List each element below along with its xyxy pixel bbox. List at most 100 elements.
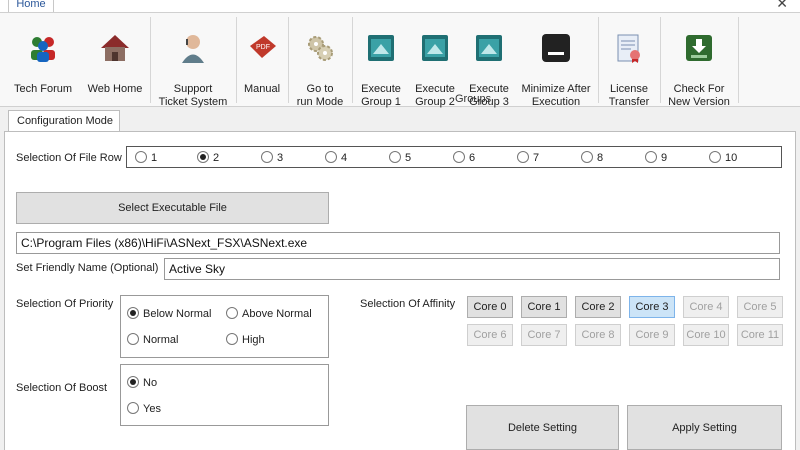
boost-group: No Yes <box>120 364 329 426</box>
file-row-option[interactable]: 1 <box>135 151 157 164</box>
group-window-icon <box>422 35 448 61</box>
executable-path-field[interactable]: C:\Program Files (x86)\HiFi\ASNext_FSX\A… <box>16 232 780 254</box>
manual-button[interactable]: PDF Manual <box>240 19 284 99</box>
delete-setting-button[interactable]: Delete Setting <box>466 405 619 450</box>
boost-yes-option[interactable]: Yes <box>127 402 161 415</box>
tech-forum-button[interactable]: Tech Forum <box>8 19 78 99</box>
minimize-after-execution-button[interactable]: Minimize After Execution <box>518 19 594 108</box>
radio-selected-icon <box>197 151 209 163</box>
execute-group-2-button[interactable]: Execute Group 2 <box>410 19 460 108</box>
manual-label: Manual <box>243 83 281 95</box>
radio-icon <box>127 333 139 345</box>
priority-below-normal-option[interactable]: Below Normal <box>127 307 211 320</box>
run-mode-button[interactable]: Go to run Mode <box>292 19 348 108</box>
file-row-option[interactable]: 3 <box>261 151 283 164</box>
radio-icon <box>226 333 238 345</box>
boost-no-option[interactable]: No <box>127 376 157 389</box>
ribbon-separator <box>150 17 151 103</box>
pdf-icon: PDF <box>250 36 276 58</box>
radio-icon <box>581 151 593 163</box>
core-2-button[interactable]: Core 2 <box>575 296 621 318</box>
core-11-button: Core 11 <box>737 324 783 346</box>
core-7-button: Core 7 <box>521 324 567 346</box>
file-row-option[interactable]: 4 <box>325 151 347 164</box>
gears-icon <box>308 36 333 61</box>
friendly-name-label: Set Friendly Name (Optional) <box>16 262 159 274</box>
core-6-button: Core 6 <box>467 324 513 346</box>
ribbon-separator <box>738 17 739 103</box>
execute-group-3-button[interactable]: Execute Group 3 <box>464 19 514 108</box>
execute-group-1-button[interactable]: Execute Group 1 <box>356 19 406 108</box>
apply-setting-button[interactable]: Apply Setting <box>627 405 782 450</box>
tab-home[interactable]: Home <box>8 0 54 12</box>
minimize-icon <box>542 34 570 62</box>
ribbon-separator <box>598 17 599 103</box>
select-executable-button[interactable]: Select Executable File <box>16 192 329 224</box>
file-row-option[interactable]: 8 <box>581 151 603 164</box>
house-icon <box>101 35 129 61</box>
radio-icon <box>389 151 401 163</box>
ribbon-tab-bar: Home ✕ <box>0 0 800 12</box>
close-icon[interactable]: ✕ <box>776 0 788 12</box>
core-8-button: Core 8 <box>575 324 621 346</box>
ribbon-separator <box>352 17 353 103</box>
file-row-option[interactable]: 9 <box>645 151 667 164</box>
core-1-button[interactable]: Core 1 <box>521 296 567 318</box>
friendly-name-field[interactable]: Active Sky <box>164 258 780 280</box>
check-new-version-label: Check For New Version <box>668 83 730 108</box>
file-row-option[interactable]: 10 <box>709 151 737 164</box>
radio-icon <box>226 307 238 319</box>
radio-icon <box>325 151 337 163</box>
run-mode-label: Go to run Mode <box>296 83 344 108</box>
core-4-button: Core 4 <box>683 296 729 318</box>
radio-icon <box>127 402 139 414</box>
support-ticket-button[interactable]: Support Ticket System <box>154 19 232 108</box>
priority-normal-option[interactable]: Normal <box>127 333 178 346</box>
radio-icon <box>517 151 529 163</box>
file-row-option[interactable]: 5 <box>389 151 411 164</box>
ribbon-separator <box>660 17 661 103</box>
execute-group-2-label: Execute Group 2 <box>415 83 455 108</box>
core-10-button: Core 10 <box>683 324 729 346</box>
file-row-label: Selection Of File Row <box>16 152 122 164</box>
radio-icon <box>135 151 147 163</box>
boost-label: Selection Of Boost <box>16 382 108 394</box>
core-9-button: Core 9 <box>629 324 675 346</box>
execute-group-1-label: Execute Group 1 <box>361 83 401 108</box>
svg-text:PDF: PDF <box>256 44 270 51</box>
web-home-button[interactable]: Web Home <box>84 19 146 99</box>
ribbon-separator <box>288 17 289 103</box>
tech-forum-label: Tech Forum <box>13 83 73 95</box>
download-icon <box>686 35 712 61</box>
core-3-button[interactable]: Core 3 <box>629 296 675 318</box>
affinity-label: Selection Of Affinity <box>360 298 456 310</box>
file-row-option[interactable]: 7 <box>517 151 539 164</box>
radio-icon <box>453 151 465 163</box>
radio-selected-icon <box>127 307 139 319</box>
tab-configuration-mode[interactable]: Configuration Mode <box>8 110 120 132</box>
groups-label: Groups <box>455 93 492 105</box>
priority-label: Selection Of Priority <box>16 298 114 310</box>
radio-selected-icon <box>127 376 139 388</box>
web-home-label: Web Home <box>87 83 143 95</box>
priority-group: Below Normal Above Normal Normal High <box>120 295 329 358</box>
group-window-icon <box>476 35 502 61</box>
file-row-option[interactable]: 2 <box>197 151 219 164</box>
ribbon-separator <box>236 17 237 103</box>
priority-high-option[interactable]: High <box>226 333 265 346</box>
license-transfer-label: License Transfer <box>608 83 650 108</box>
check-new-version-button[interactable]: Check For New Version <box>664 19 734 108</box>
radio-icon <box>645 151 657 163</box>
ribbon: Tech Forum Web Home Support Ticket Syste… <box>0 12 800 108</box>
file-row-selector: 1 2 3 4 5 6 7 8 9 10 <box>126 146 782 168</box>
license-transfer-button[interactable]: License Transfer <box>602 19 656 108</box>
minimize-label: Minimize After Execution <box>521 83 591 108</box>
radio-icon <box>261 151 273 163</box>
file-row-option[interactable]: 6 <box>453 151 475 164</box>
people-icon <box>31 37 55 62</box>
support-person-icon <box>182 35 204 63</box>
radio-icon <box>709 151 721 163</box>
core-0-button[interactable]: Core 0 <box>467 296 513 318</box>
priority-above-normal-option[interactable]: Above Normal <box>226 307 312 320</box>
certificate-icon <box>617 34 640 63</box>
